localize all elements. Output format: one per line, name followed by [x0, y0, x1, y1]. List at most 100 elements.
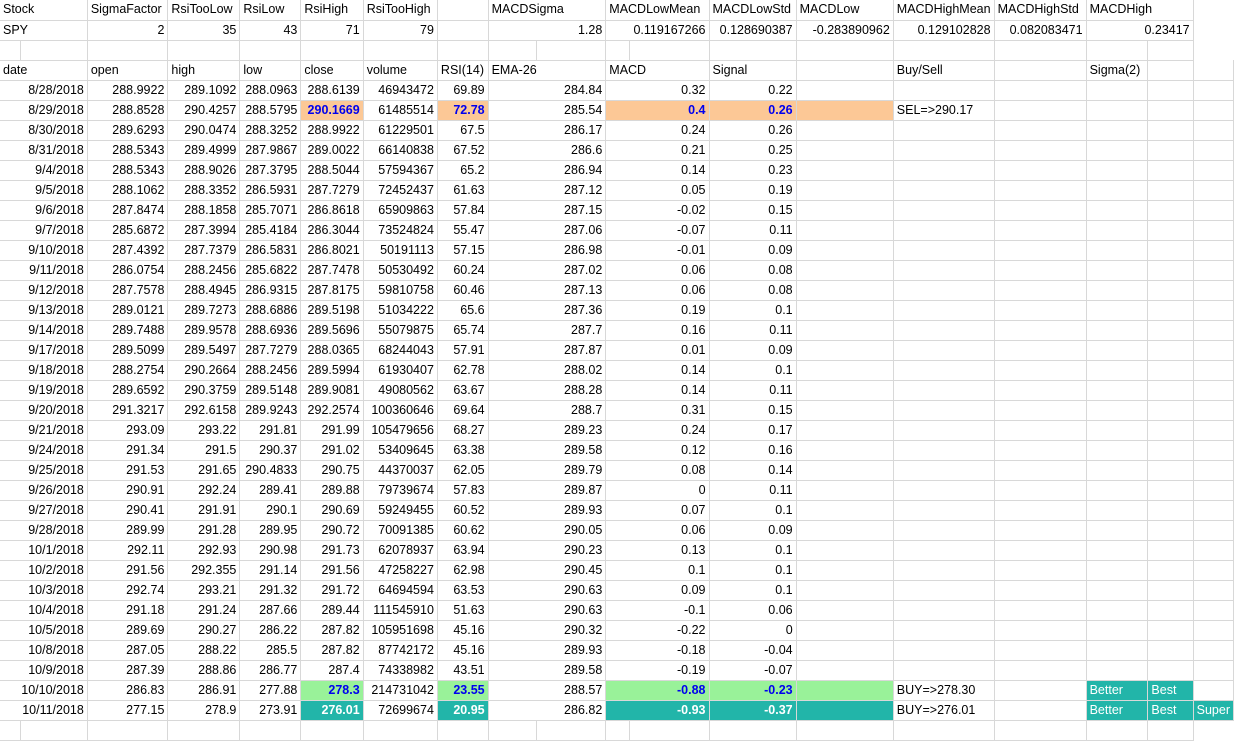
table-cell[interactable]: 286.5831	[239, 240, 302, 261]
table-cell[interactable]: 47258227	[363, 560, 438, 581]
table-cell[interactable]	[1147, 480, 1194, 501]
table-cell[interactable]: 50530492	[363, 260, 438, 281]
table-cell[interactable]: 289.93	[488, 640, 607, 661]
table-cell[interactable]	[994, 100, 1087, 121]
table-cell[interactable]: 8/29/2018	[0, 100, 88, 121]
table-cell[interactable]: 288.7	[488, 400, 607, 421]
table-cell[interactable]: 288.2754	[87, 360, 169, 381]
table-cell[interactable]: 293.22	[167, 420, 241, 441]
table-cell[interactable]: 0.26	[709, 120, 797, 141]
table-cell[interactable]	[1193, 160, 1234, 181]
table-cell[interactable]	[1193, 540, 1234, 561]
table-cell[interactable]: 285.7071	[239, 200, 302, 221]
table-cell[interactable]	[1193, 180, 1234, 201]
table-cell[interactable]: 289.5497	[167, 340, 241, 361]
table-cell[interactable]	[1193, 660, 1234, 681]
table-cell[interactable]	[893, 200, 995, 221]
table-cell[interactable]	[796, 680, 894, 701]
table-cell[interactable]: 289.9081	[300, 380, 364, 401]
table-cell[interactable]: 0.09	[709, 240, 797, 261]
table-cell[interactable]: 9/4/2018	[0, 160, 88, 181]
table-cell[interactable]	[893, 600, 995, 621]
table-cell[interactable]	[893, 340, 995, 361]
spreadsheet[interactable]: Stock SigmaFactor RsiTooLow RsiLow RsiHigh Rs…	[0, 0, 1234, 741]
table-cell[interactable]: 289.0121	[87, 300, 169, 321]
table-cell[interactable]: 9/7/2018	[0, 220, 88, 241]
empty-cell[interactable]	[20, 40, 88, 61]
table-cell[interactable]: 291.81	[239, 420, 302, 441]
table-cell[interactable]: 0.13	[605, 540, 710, 561]
table-cell[interactable]	[994, 80, 1087, 101]
table-cell[interactable]	[994, 480, 1087, 501]
table-cell[interactable]: 289.88	[300, 480, 364, 501]
table-cell[interactable]: -0.93	[605, 700, 710, 721]
table-cell[interactable]: 289.7273	[167, 300, 241, 321]
table-cell[interactable]: 10/11/2018	[0, 700, 88, 721]
table-cell[interactable]: 288.6886	[239, 300, 302, 321]
table-cell[interactable]: 10/1/2018	[0, 540, 88, 561]
table-cell[interactable]: 290.27	[167, 620, 241, 641]
table-cell[interactable]	[893, 220, 995, 241]
table-cell[interactable]: 291.28	[167, 520, 241, 541]
table-cell[interactable]: 289.6592	[87, 380, 169, 401]
table-cell[interactable]	[1193, 220, 1234, 241]
table-cell[interactable]	[1147, 260, 1194, 281]
table-cell[interactable]: 288.2456	[167, 260, 241, 281]
table-cell[interactable]	[796, 420, 894, 441]
table-cell[interactable]	[1193, 640, 1234, 661]
table-cell[interactable]: 60.52	[437, 500, 489, 521]
table-cell[interactable]: 0.14	[709, 460, 797, 481]
table-cell[interactable]	[994, 340, 1087, 361]
table-cell[interactable]	[1086, 260, 1149, 281]
table-cell[interactable]	[796, 460, 894, 481]
empty-cell[interactable]	[1086, 40, 1149, 61]
table-cell[interactable]	[1193, 380, 1234, 401]
table-cell[interactable]: 288.9922	[87, 80, 169, 101]
table-cell[interactable]	[893, 260, 995, 281]
table-cell[interactable]	[1147, 140, 1194, 161]
empty-cell[interactable]	[363, 720, 438, 741]
table-cell[interactable]	[1147, 280, 1194, 301]
table-cell[interactable]: 288.57	[488, 680, 607, 701]
table-cell[interactable]	[1086, 320, 1149, 341]
table-cell[interactable]	[1193, 620, 1234, 641]
table-cell[interactable]: 8/28/2018	[0, 80, 88, 101]
table-cell[interactable]: 290.05	[488, 520, 607, 541]
empty-cell[interactable]	[709, 720, 797, 741]
table-cell[interactable]: 288.2456	[239, 360, 302, 381]
table-cell[interactable]	[893, 280, 995, 301]
table-cell[interactable]: 57.15	[437, 240, 489, 261]
table-cell[interactable]: 65.74	[437, 320, 489, 341]
table-cell[interactable]: 9/12/2018	[0, 280, 88, 301]
empty-cell[interactable]	[1147, 40, 1194, 61]
table-cell[interactable]: 288.02	[488, 360, 607, 381]
table-cell[interactable]: 287.4	[300, 660, 364, 681]
table-cell[interactable]	[893, 120, 995, 141]
table-cell[interactable]: 288.0963	[239, 80, 302, 101]
table-cell[interactable]	[1147, 660, 1194, 681]
table-cell[interactable]	[893, 180, 995, 201]
table-cell[interactable]: 0.26	[709, 100, 797, 121]
table-cell[interactable]	[994, 200, 1087, 221]
table-cell[interactable]: 0.24	[605, 120, 710, 141]
table-cell[interactable]	[1193, 440, 1234, 461]
table-cell[interactable]: 287.3795	[239, 160, 302, 181]
table-cell[interactable]	[893, 80, 995, 101]
table-cell[interactable]: 9/28/2018	[0, 520, 88, 541]
table-cell[interactable]: 287.7279	[300, 180, 364, 201]
table-cell[interactable]: 62.78	[437, 360, 489, 381]
table-cell[interactable]	[1193, 260, 1234, 281]
table-cell[interactable]: 290.98	[239, 540, 302, 561]
empty-cell[interactable]	[87, 40, 169, 61]
table-cell[interactable]	[994, 640, 1087, 661]
table-cell[interactable]	[994, 580, 1087, 601]
param-value-cell[interactable]: 71	[300, 20, 364, 41]
param-value-cell[interactable]: 0.128690387	[709, 20, 797, 41]
table-cell[interactable]: 288.8528	[87, 100, 169, 121]
table-cell[interactable]: 292.74	[87, 580, 169, 601]
table-cell[interactable]: 291.5	[167, 440, 241, 461]
table-cell[interactable]	[1147, 520, 1194, 541]
table-cell[interactable]: 0.1	[605, 560, 710, 581]
table-cell[interactable]: 0.1	[709, 560, 797, 581]
table-cell[interactable]	[1193, 600, 1234, 621]
